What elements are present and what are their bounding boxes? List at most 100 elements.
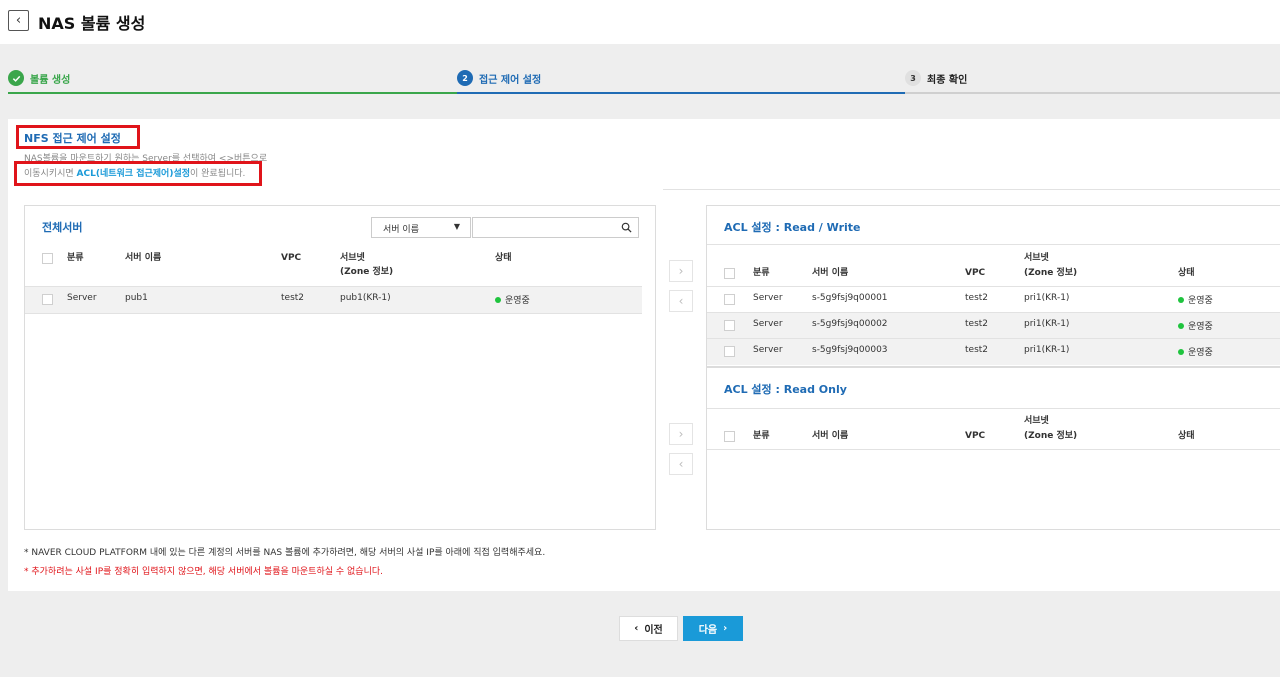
chevron-left-icon: ‹: [15, 13, 22, 28]
panel-title: 전체서버: [42, 221, 83, 234]
cell-status: 운영중: [1178, 319, 1213, 332]
cell-server-name: s-5g9fsj9q00003: [812, 345, 888, 355]
chevron-right-icon: ›: [678, 264, 684, 278]
search-input[interactable]: [472, 217, 639, 238]
cell-vpc: test2: [281, 293, 305, 303]
prev-button[interactable]: ‹ 이전: [619, 616, 678, 641]
status-text: 운영중: [1188, 348, 1213, 358]
cell-status: 운영중: [1178, 293, 1213, 306]
button-label: 이전: [644, 625, 663, 636]
cell-vpc: test2: [965, 319, 989, 329]
col-server-name: 서버 이름: [812, 268, 849, 278]
move-left-ro-button[interactable]: ‹: [669, 453, 693, 475]
select-all-checkbox[interactable]: [42, 253, 53, 264]
status-dot-icon: [495, 297, 501, 303]
status-dot-icon: [1178, 297, 1184, 303]
col-status: 상태: [1178, 268, 1195, 278]
info-note: * NAVER CLOUD PLATFORM 내에 있는 다른 계정의 서버를 …: [24, 548, 546, 558]
row-checkbox[interactable]: [42, 294, 53, 305]
divider: [707, 366, 1280, 368]
status-dot-icon: [1178, 349, 1184, 355]
step-number: 3: [905, 70, 921, 86]
cell-server-name: s-5g9fsj9q00002: [812, 319, 888, 329]
all-servers-panel: 전체서버 서버 이름 ▼ 분류 서버 이름 VPC 서브넷 (Zone 정보) 상…: [24, 205, 656, 530]
caret-down-icon: ▼: [453, 222, 460, 231]
acl-ro-title: ACL 설정 : Read Only: [724, 383, 847, 396]
select-value: 서버 이름: [383, 225, 419, 235]
col-status: 상태: [1178, 431, 1195, 441]
col-category: 분류: [67, 253, 84, 263]
cell-server-name: s-5g9fsj9q00001: [812, 293, 888, 303]
divider: [25, 313, 642, 314]
col-category: 분류: [753, 431, 770, 441]
row-checkbox[interactable]: [724, 346, 735, 357]
status-dot-icon: [1178, 323, 1184, 329]
col-subnet: 서브넷: [340, 253, 365, 263]
search-icon[interactable]: [621, 222, 632, 233]
annotation-box: [14, 161, 262, 186]
row-checkbox[interactable]: [724, 294, 735, 305]
select-all-checkbox[interactable]: [724, 268, 735, 279]
cell-server-name: pub1: [125, 293, 148, 303]
move-right-rw-button[interactable]: ›: [669, 260, 693, 282]
col-subnet: 서브넷: [1024, 253, 1049, 263]
col-vpc: VPC: [965, 268, 986, 278]
cell-vpc: test2: [965, 293, 989, 303]
status-text: 운영중: [1188, 296, 1213, 306]
status-text: 운영중: [1188, 322, 1213, 332]
move-left-rw-button[interactable]: ‹: [669, 290, 693, 312]
chevron-left-icon: ‹: [634, 623, 639, 634]
col-subnet: 서브넷: [1024, 416, 1049, 426]
stepper: 볼륨 생성 2 접근 제어 설정 3 최종 확인: [8, 64, 1280, 94]
content-card: NFS 접근 제어 설정 NAS볼륨을 마운트하기 원하는 Server를 선택…: [8, 119, 1280, 591]
warning-note: * 추가하려는 사설 IP를 정확히 입력하지 않으면, 해당 서버에서 볼륨을…: [24, 567, 383, 577]
divider: [663, 189, 1280, 190]
table-row[interactable]: [25, 287, 642, 313]
col-server-name: 서버 이름: [125, 253, 162, 263]
col-vpc: VPC: [965, 431, 986, 441]
annotation-box: [16, 125, 140, 149]
step-volume-create: 볼륨 생성: [8, 64, 457, 94]
cell-subnet: pri1(KR-1): [1024, 345, 1070, 355]
cell-subnet: pri1(KR-1): [1024, 319, 1070, 329]
cell-vpc: test2: [965, 345, 989, 355]
chevron-right-icon: ›: [678, 427, 684, 441]
status-text: 운영중: [505, 296, 530, 306]
search-filter-select[interactable]: 서버 이름 ▼: [371, 217, 471, 238]
col-server-name: 서버 이름: [812, 431, 849, 441]
step-access-control: 2 접근 제어 설정: [457, 64, 905, 94]
cell-subnet: pub1(KR-1): [340, 293, 391, 303]
col-category: 분류: [753, 268, 770, 278]
back-button[interactable]: ‹: [8, 10, 29, 31]
cell-category: Server: [753, 319, 783, 329]
cell-subnet: pri1(KR-1): [1024, 293, 1070, 303]
top-bar: ‹ NAS 볼륨 생성: [0, 0, 1280, 44]
row-checkbox[interactable]: [724, 320, 735, 331]
chevron-left-icon: ‹: [678, 457, 684, 471]
cell-status: 운영중: [495, 293, 530, 306]
col-subnet-zone: (Zone 정보): [1024, 268, 1078, 278]
cell-category: Server: [753, 293, 783, 303]
col-subnet-zone: (Zone 정보): [1024, 431, 1078, 441]
col-vpc: VPC: [281, 253, 302, 263]
step-label: 최종 확인: [927, 74, 968, 86]
next-button[interactable]: 다음 ›: [683, 616, 743, 641]
divider: [707, 408, 1280, 409]
step-number: 2: [457, 70, 473, 86]
cell-status: 운영중: [1178, 345, 1213, 358]
chevron-left-icon: ‹: [678, 294, 684, 308]
step-label: 볼륨 생성: [30, 74, 71, 86]
acl-rw-title: ACL 설정 : Read / Write: [724, 221, 861, 234]
acl-panel: ACL 설정 : Read / Write 분류 서버 이름 VPC 서브넷 (…: [706, 205, 1280, 530]
col-subnet-zone: (Zone 정보): [340, 267, 394, 277]
divider: [707, 449, 1280, 450]
col-status: 상태: [495, 253, 512, 263]
move-right-ro-button[interactable]: ›: [669, 423, 693, 445]
button-label: 다음: [698, 625, 718, 636]
chevron-right-icon: ›: [723, 623, 728, 634]
divider: [707, 244, 1280, 245]
step-label: 접근 제어 설정: [479, 74, 542, 86]
cell-category: Server: [67, 293, 97, 303]
cell-category: Server: [753, 345, 783, 355]
select-all-checkbox[interactable]: [724, 431, 735, 442]
